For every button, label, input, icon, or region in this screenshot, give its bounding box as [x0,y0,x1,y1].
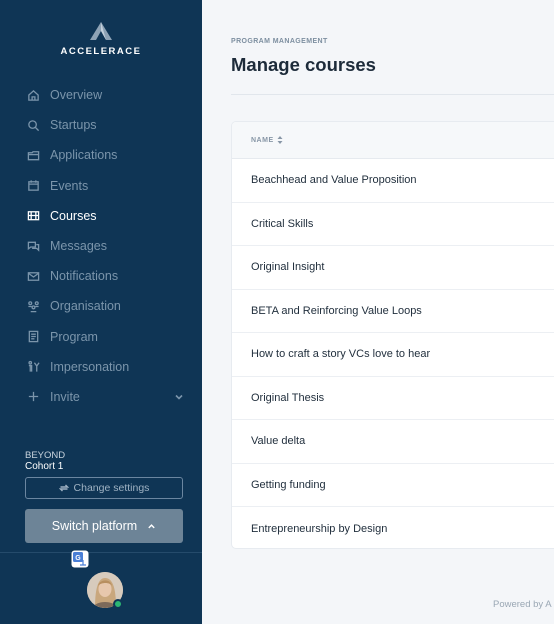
sidebar-item-label: Notifications [50,269,119,284]
organisation-name: BEYOND [25,450,66,461]
sidebar-item-label: Courses [50,208,97,223]
sidebar-item-organisation[interactable]: Organisation [0,291,202,321]
brand-name: ACCELERACE [60,46,142,57]
sidebar-item-messages[interactable]: Messages [0,231,202,261]
cohort-name: Cohort 1 [25,461,64,472]
plus-icon [26,390,40,404]
table-row[interactable]: How to craft a story VCs love to hear [232,333,554,377]
program-icon [26,330,40,344]
course-name: BETA and Reinforcing Value Loops [251,304,422,317]
chevron-down-icon[interactable] [174,392,184,402]
powered-by-text: Powered by A [493,599,552,610]
sidebar-item-startups[interactable]: Startups [0,110,202,140]
courses-icon [26,209,40,223]
sidebar-item-label: Overview [50,88,103,103]
table-row[interactable]: Critical Skills [232,203,554,246]
messages-icon [26,239,40,253]
mail-icon [26,269,40,283]
page-title: Manage courses [231,54,376,75]
sidebar-item-overview[interactable]: Overview [0,80,202,110]
organisation-info: BEYOND Cohort 1 [25,450,65,472]
table-row[interactable]: Original Thesis [232,377,554,420]
swap-icon [58,484,69,492]
table-row[interactable]: Getting funding [232,464,554,507]
sidebar-item-events[interactable]: Events [0,171,202,201]
sidebar-item-notifications[interactable]: Notifications [0,261,202,291]
sidebar-divider [0,552,202,553]
change-settings-button[interactable]: Change settings [25,477,183,499]
table-row[interactable]: Value delta [232,420,554,464]
online-status-dot [113,599,123,609]
table-row[interactable]: Beachhead and Value Proposition [232,159,554,203]
folder-icon [26,148,40,162]
sidebar-item-label: Invite [50,389,80,404]
course-name: Entrepreneurship by Design [251,522,388,535]
main-content: PROGRAM MANAGEMENT Manage courses NAME B… [202,0,554,624]
sidebar-item-invite[interactable]: Invite [0,382,202,412]
impersonation-icon [26,360,40,374]
sidebar-item-label: Events [50,178,89,193]
table-row[interactable]: Original Insight [232,246,554,290]
sidebar-item-applications[interactable]: Applications [0,140,202,170]
column-header-label: NAME [251,136,274,144]
svg-text:G: G [75,555,81,562]
course-name: Original Thesis [251,391,325,404]
sidebar-item-impersonation[interactable]: Impersonation [0,352,202,382]
brand-logo[interactable]: ACCELERACE [0,22,202,57]
sidebar-nav: Overview Startups Applications Events Co… [0,80,202,412]
switch-platform-button[interactable]: Switch platform [25,509,183,543]
course-name: How to craft a story VCs love to hear [251,348,431,361]
table-row[interactable]: BETA and Reinforcing Value Loops [232,290,554,333]
change-settings-label: Change settings [73,482,150,494]
course-name: Original Insight [251,261,325,274]
sidebar-item-label: Impersonation [50,359,130,374]
sidebar-item-label: Organisation [50,299,121,314]
sidebar-item-label: Applications [50,148,118,163]
search-icon [26,118,40,132]
sidebar-item-courses[interactable]: Courses [0,201,202,231]
title-divider [231,94,554,95]
switch-platform-label: Switch platform [51,519,138,533]
sidebar-item-label: Startups [50,118,97,133]
chevron-up-icon [148,523,155,528]
table-row[interactable]: Entrepreneurship by Design [232,507,554,548]
sidebar-item-label: Program [50,329,98,344]
translate-icon[interactable]: G [71,550,89,568]
courses-table: NAME Beachhead and Value Proposition Cri… [231,121,554,549]
course-name: Getting funding [251,478,326,491]
course-name: Value delta [251,435,306,448]
name-column-header[interactable]: NAME [232,122,554,159]
home-icon [26,88,40,102]
course-name: Critical Skills [251,217,314,230]
sidebar: ACCELERACE Overview Startups Application… [0,0,202,624]
organisation-icon [26,299,40,313]
sort-icon [277,136,283,144]
breadcrumb: PROGRAM MANAGEMENT [231,38,328,45]
calendar-icon [26,179,40,193]
logo-mark-icon [90,22,112,40]
sidebar-item-label: Messages [50,239,107,254]
course-name: Beachhead and Value Proposition [251,174,417,187]
sidebar-item-program[interactable]: Program [0,322,202,352]
